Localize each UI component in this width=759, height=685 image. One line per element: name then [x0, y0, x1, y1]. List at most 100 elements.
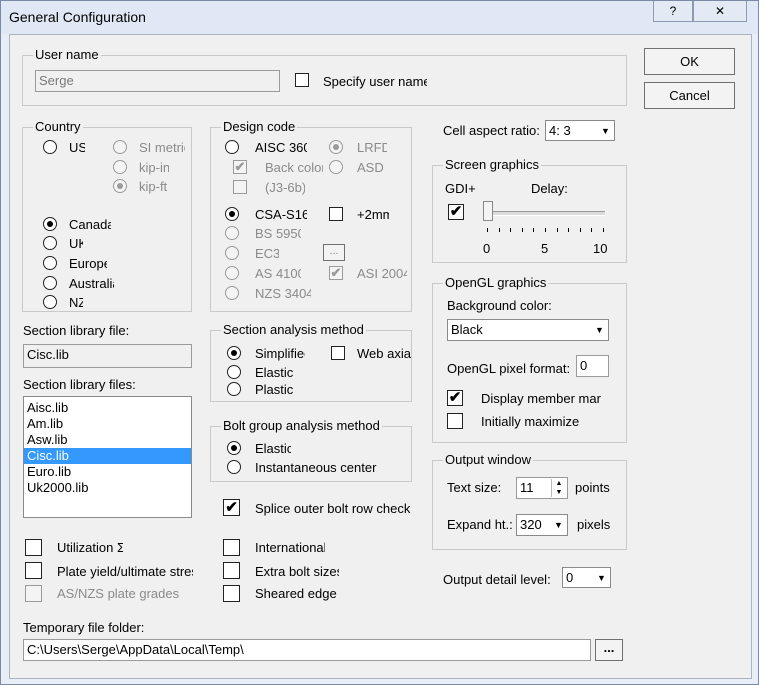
asi-label: ASI 2004	[357, 266, 407, 281]
country-us-radio[interactable]	[43, 140, 57, 154]
utilization-checkbox[interactable]	[25, 539, 42, 556]
country-australia-radio[interactable]	[43, 276, 57, 290]
design-code-group: Design code AISC 360 LRFD ✔ Back color A…	[210, 119, 412, 312]
expand-ht-unit: pixels	[577, 517, 611, 532]
web-axial-label: Web axial	[357, 346, 411, 361]
design-nzs-radio[interactable]	[225, 286, 239, 300]
display-member-marks-checkbox[interactable]: ✔	[447, 390, 463, 406]
design-asd-radio[interactable]	[329, 160, 343, 174]
analysis-elastic-label: Elastic	[255, 365, 294, 380]
plate-yield-label: Plate yield/ultimate stress	[57, 564, 193, 579]
user-name-group-label: User name	[33, 47, 101, 62]
design-csa-radio[interactable]	[225, 207, 239, 221]
user-name-field[interactable]: Serge	[35, 70, 280, 92]
spin-down-icon[interactable]: ▼	[551, 488, 566, 497]
plate-yield-checkbox[interactable]	[25, 562, 42, 579]
units-si-radio[interactable]	[113, 140, 127, 154]
splice-check-label: Splice outer bolt row check	[255, 501, 410, 516]
slider-tick	[533, 228, 535, 232]
output-detail-value: 0	[566, 570, 574, 585]
bolt-elastic-label: Elastic	[255, 441, 291, 456]
country-uk-radio[interactable]	[43, 236, 57, 250]
gdi-checkbox[interactable]: ✔	[448, 204, 464, 220]
plus-2mm-checkbox[interactable]	[329, 207, 343, 221]
bolt-elastic-radio[interactable]	[227, 441, 241, 455]
close-button[interactable]: ✕	[693, 1, 747, 22]
opengl-group: OpenGL graphics Background color: Black …	[432, 275, 627, 443]
background-color-label: Background color:	[447, 298, 552, 313]
delay-tick-10: 10	[593, 241, 608, 256]
country-australia-label: Australia	[69, 276, 114, 291]
asnzs-plate-grades-checkbox[interactable]	[25, 585, 42, 602]
international-checkbox[interactable]	[223, 539, 240, 556]
help-button[interactable]: ?	[653, 1, 693, 22]
browse-folder-button[interactable]: ...	[595, 639, 623, 661]
specify-user-name-label: Specify user name	[323, 74, 427, 89]
design-bs-label: BS 5950	[255, 226, 301, 241]
section-library-files-label: Section library files:	[23, 377, 136, 392]
design-bs-radio[interactable]	[225, 226, 239, 240]
cell-aspect-select[interactable]: 4: 3 ▼	[545, 120, 615, 141]
slider-tick	[556, 228, 558, 232]
design-ec-radio[interactable]	[225, 246, 239, 260]
delay-tick-5: 5	[541, 241, 549, 256]
ec-options-button[interactable]: ...	[323, 244, 345, 261]
design-as-label: AS 4100	[255, 266, 301, 281]
ok-button[interactable]: OK	[644, 48, 735, 75]
background-color-select[interactable]: Black ▼	[447, 319, 609, 341]
spin-up-icon[interactable]: ▲	[551, 479, 566, 488]
country-europe-radio[interactable]	[43, 256, 57, 270]
web-axial-checkbox[interactable]	[331, 346, 345, 360]
screen-graphics-group: Screen graphics GDI+ Delay: ✔ 0 5 10	[432, 157, 627, 263]
splice-check-checkbox[interactable]: ✔	[223, 499, 240, 516]
slider-tick	[603, 228, 604, 232]
chevron-down-icon: ▼	[594, 569, 609, 586]
asi-checkbox[interactable]: ✔	[329, 266, 343, 280]
country-canada-radio[interactable]	[43, 217, 57, 231]
list-item-selected[interactable]: Cisc.lib	[24, 448, 191, 464]
temp-folder-label: Temporary file folder:	[23, 620, 145, 635]
section-library-file-label: Section library file:	[23, 323, 130, 338]
list-item[interactable]: Aisc.lib	[24, 400, 191, 416]
design-as-radio[interactable]	[225, 266, 239, 280]
delay-label: Delay:	[531, 181, 568, 196]
gdi-label: GDI+	[445, 181, 476, 196]
design-aisc-radio[interactable]	[225, 140, 239, 154]
design-nzs-label: NZS 3404	[255, 286, 311, 301]
section-library-files-list[interactable]: Aisc.lib Am.lib Asw.lib Cisc.lib Euro.li…	[23, 396, 192, 518]
analysis-simplified-radio[interactable]	[227, 346, 241, 360]
units-kip-in-radio[interactable]	[113, 160, 127, 174]
expand-ht-value: 320	[520, 517, 542, 532]
expand-ht-select[interactable]: 320 ▼	[516, 514, 568, 536]
bolt-instantaneous-label: Instantaneous center	[255, 460, 377, 475]
units-kip-ft-radio[interactable]	[113, 179, 127, 193]
country-nz-radio[interactable]	[43, 295, 57, 309]
analysis-elastic-radio[interactable]	[227, 365, 241, 379]
output-detail-select[interactable]: 0 ▼	[562, 567, 611, 588]
extra-bolt-sizes-checkbox[interactable]	[223, 562, 240, 579]
sheared-edge-label: Sheared edge	[255, 586, 337, 601]
cancel-button[interactable]: Cancel	[644, 82, 735, 109]
design-lrfd-radio[interactable]	[329, 140, 343, 154]
temp-folder-field[interactable]: C:\Users\Serge\AppData\Local\Temp\	[23, 639, 591, 661]
list-item[interactable]: Uk2000.lib	[24, 480, 191, 496]
sheared-edge-checkbox[interactable]	[223, 585, 240, 602]
opengl-group-label: OpenGL graphics	[443, 275, 549, 290]
slider-tick	[510, 228, 512, 232]
country-nz-label: NZ	[69, 295, 83, 310]
delay-slider-thumb[interactable]	[483, 201, 493, 221]
analysis-plastic-label: Plastic	[255, 382, 294, 397]
pixel-format-field[interactable]: 0	[576, 355, 609, 377]
list-item[interactable]: Euro.lib	[24, 464, 191, 480]
initially-maximized-checkbox[interactable]	[447, 413, 463, 429]
specify-user-name-checkbox[interactable]	[295, 73, 309, 87]
analysis-plastic-radio[interactable]	[227, 382, 241, 396]
text-size-field[interactable]: 11 ▲ ▼	[516, 477, 568, 499]
slider-tick	[487, 228, 488, 232]
bolt-instantaneous-radio[interactable]	[227, 460, 241, 474]
back-color-checkbox[interactable]: ✔	[233, 160, 247, 174]
list-item[interactable]: Am.lib	[24, 416, 191, 432]
j3-6b-checkbox[interactable]	[233, 180, 247, 194]
list-item[interactable]: Asw.lib	[24, 432, 191, 448]
international-label: International	[255, 540, 325, 555]
